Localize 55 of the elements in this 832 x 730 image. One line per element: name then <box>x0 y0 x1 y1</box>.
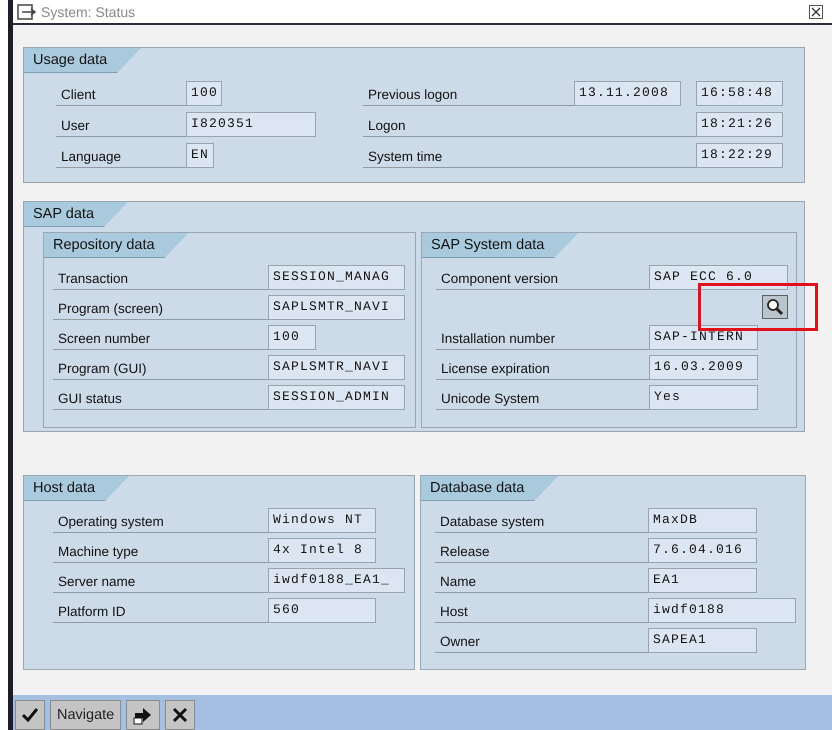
output-field: 100 <box>186 81 222 106</box>
output-field: SAP-INTERN <box>649 325 758 350</box>
field-label: Transaction <box>53 265 268 290</box>
close-button[interactable] <box>809 4 823 18</box>
field-label: System time <box>363 143 696 168</box>
field-label: Platform ID <box>53 598 268 623</box>
output-field: EN <box>186 143 214 168</box>
arrow-icon <box>133 705 154 725</box>
output-field: 18:22:29 <box>696 143 783 168</box>
field-label: Screen number <box>53 325 268 350</box>
output-field: SAPLSMTR_NAVI <box>268 355 405 380</box>
output-field: 100 <box>268 325 316 350</box>
output-field: Windows NT <box>268 508 376 533</box>
output-field: SAPEA1 <box>648 628 757 653</box>
field-label: Machine type <box>53 538 268 563</box>
group-title: Database data <box>421 476 558 501</box>
cancel-button[interactable] <box>165 700 196 730</box>
output-field: 13.11.2008 <box>574 81 681 106</box>
field-label: Program (screen) <box>53 295 268 320</box>
field-label: Program (GUI) <box>53 355 268 380</box>
window-icon <box>17 4 37 20</box>
output-field: 560 <box>268 598 376 623</box>
output-field: EA1 <box>648 568 757 593</box>
group-title: Repository data <box>44 233 189 258</box>
forward-button[interactable] <box>126 700 160 730</box>
group-title: SAP System data <box>422 233 578 258</box>
output-field: Yes <box>649 385 758 410</box>
output-field: SESSION_ADMIN <box>268 385 405 410</box>
window-title: System: Status <box>41 4 136 20</box>
field-label: Server name <box>53 568 268 593</box>
field-label: Operating system <box>53 508 268 533</box>
output-field: I820351 <box>186 112 316 137</box>
output-field: iwdf0188 <box>648 598 796 623</box>
close-icon <box>811 6 821 16</box>
close-icon <box>172 707 188 723</box>
magnifier-icon <box>766 298 784 316</box>
search-button[interactable] <box>762 295 788 319</box>
group-title: Usage data <box>24 48 142 73</box>
output-field: iwdf0188_EA1_ <box>268 568 405 593</box>
field-label: GUI status <box>53 385 268 410</box>
output-field: 7.6.04.016 <box>648 538 757 563</box>
confirm-button[interactable] <box>15 700 45 730</box>
output-field: 4x Intel 8 <box>268 538 376 563</box>
output-field: SESSION_MANAG <box>268 265 405 290</box>
output-field: 16.03.2009 <box>649 355 758 380</box>
group-title: Host data <box>24 476 130 501</box>
checkmark-icon <box>22 707 38 723</box>
field-label: Logon <box>363 112 696 137</box>
output-field: SAPLSMTR_NAVI <box>268 295 405 320</box>
output-field: 18:21:26 <box>696 112 783 137</box>
navigate-button[interactable]: Navigate <box>50 700 122 730</box>
output-field: MaxDB <box>648 508 757 533</box>
group-title: SAP data <box>24 202 128 227</box>
output-field: 16:58:48 <box>696 81 783 106</box>
output-field: SAP ECC 6.0 <box>649 265 788 290</box>
